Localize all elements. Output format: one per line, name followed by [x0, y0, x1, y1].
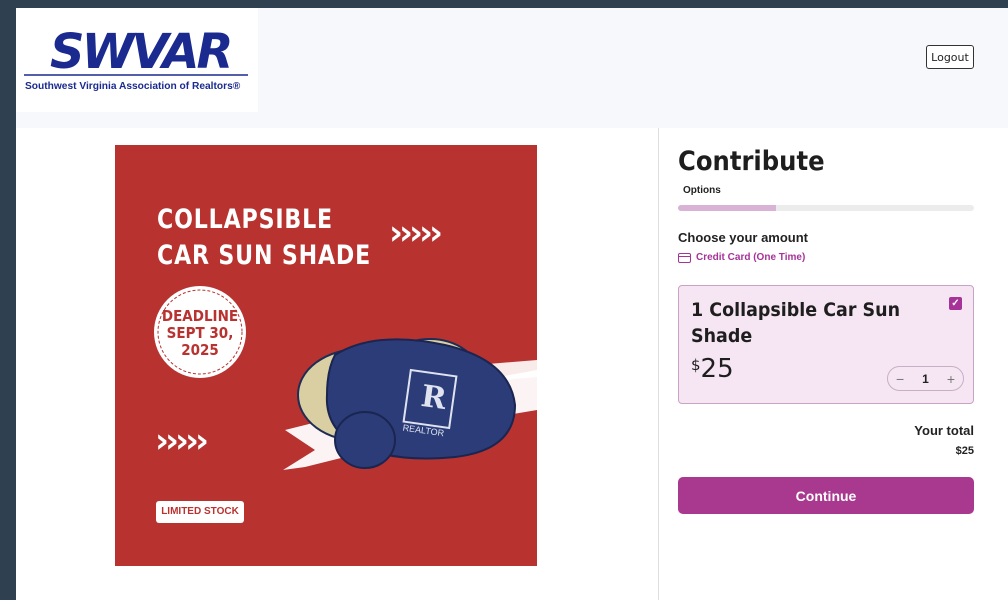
app-frame: SWVAR Southwest Virginia Association of … — [16, 8, 1008, 600]
credit-card-icon — [678, 252, 691, 263]
payment-method[interactable]: Credit Card (One Time) — [678, 252, 805, 263]
quantity-value: 1 — [922, 371, 929, 386]
storage-pouch — [334, 411, 396, 469]
minus-icon[interactable]: − — [896, 371, 904, 387]
header: SWVAR Southwest Virginia Association of … — [16, 8, 1008, 128]
chevrons-bottom: ››››› — [155, 421, 209, 461]
payment-method-label: Credit Card (One Time) — [696, 252, 806, 263]
step-label: Options — [683, 185, 721, 196]
continue-button[interactable]: Continue — [678, 477, 974, 514]
limited-stock-badge: LIMITED STOCK — [156, 501, 244, 523]
logo-text: SWVAR — [50, 24, 231, 80]
promo-title: COLLAPSIBLE CAR SUN SHADE — [157, 202, 371, 274]
promo-title-line2: CAR SUN SHADE — [157, 240, 372, 271]
logo-subtitle: Southwest Virginia Association of Realto… — [25, 81, 241, 92]
quantity-stepper: − 1 + — [887, 366, 964, 391]
choose-amount-label: Choose your amount — [678, 230, 809, 245]
logo-graphic: SWVAR Southwest Virginia Association of … — [24, 24, 248, 92]
progress-fill — [678, 205, 776, 211]
promo-title-line1: COLLAPSIBLE — [157, 204, 333, 235]
price-amount: 25 — [700, 354, 734, 384]
chevrons-top: ››››› — [389, 213, 443, 253]
page-title: Contribute — [678, 146, 825, 177]
deadline-line3: 2025 — [181, 341, 219, 359]
amount-option-card[interactable]: 1 Collapsible Car Sun Shade ✓ $25 − 1 + — [678, 285, 974, 404]
logo[interactable]: SWVAR Southwest Virginia Association of … — [16, 8, 258, 112]
deadline-text: DEADLINE SEPT 30, 2025 — [160, 308, 241, 359]
progress-bar — [678, 205, 974, 211]
checkbox-check-icon: ✓ — [951, 298, 960, 309]
option-checkbox[interactable]: ✓ — [949, 297, 962, 310]
option-price: $25 — [691, 354, 734, 384]
column-divider — [658, 128, 659, 600]
total-value: $25 — [955, 445, 974, 457]
logout-button[interactable]: Logout — [926, 45, 974, 69]
total-label: Your total — [914, 423, 974, 438]
deadline-line2: SEPT 30, — [166, 324, 234, 342]
price-currency: $ — [691, 356, 701, 374]
promo-image: R REALTOR COLLAPSIBLE CAR SUN SHADE ››››… — [115, 145, 537, 566]
plus-icon[interactable]: + — [947, 371, 955, 387]
deadline-line1: DEADLINE — [161, 307, 239, 325]
option-name: 1 Collapsible Car Sun Shade — [691, 299, 901, 347]
